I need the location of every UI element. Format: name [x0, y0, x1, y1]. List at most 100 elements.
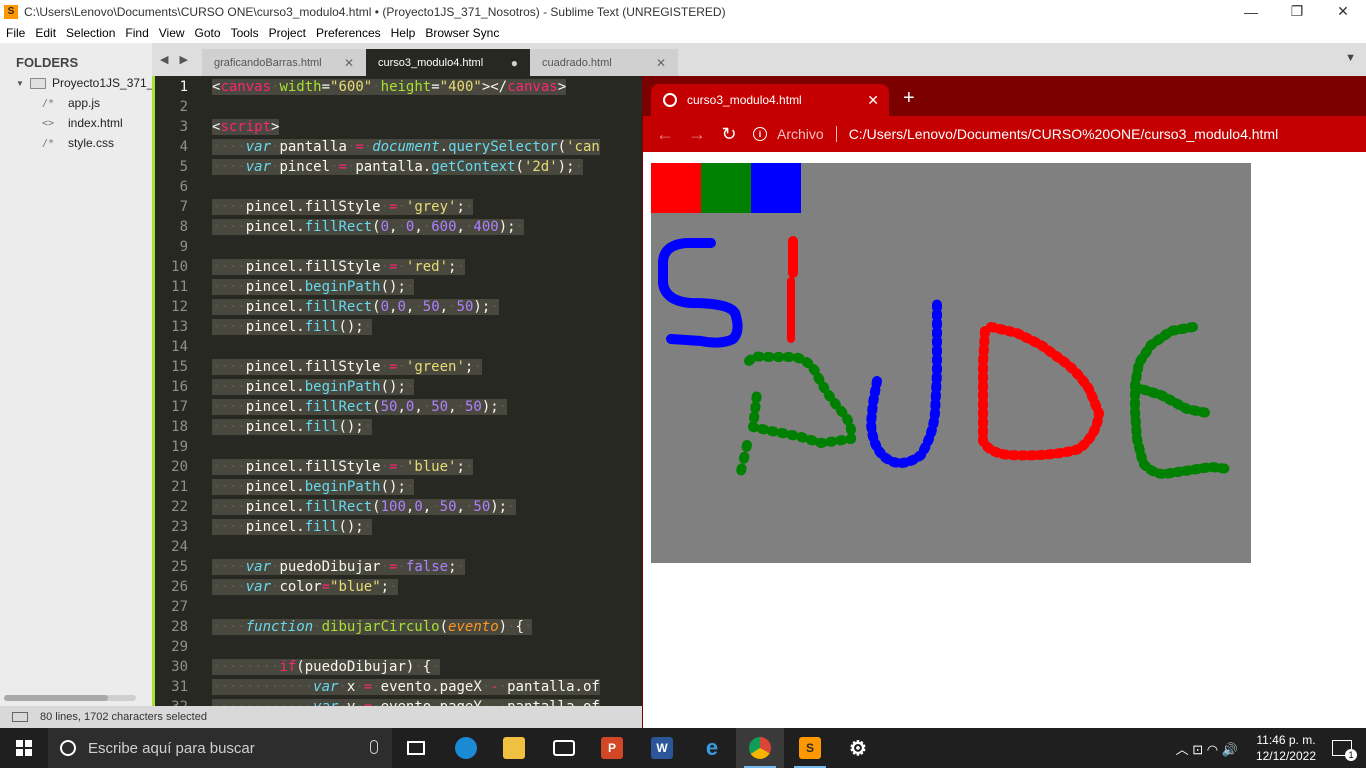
- line-number: 18: [171, 419, 188, 435]
- start-button[interactable]: [0, 728, 48, 768]
- edge-button[interactable]: e: [688, 728, 736, 768]
- menu-preferences[interactable]: Preferences: [312, 26, 385, 40]
- line-number: 25: [171, 559, 188, 575]
- sidebar-file-index-html[interactable]: <> index.html: [0, 113, 123, 133]
- file-explorer-button[interactable]: [490, 728, 538, 768]
- menu-edit[interactable]: Edit: [31, 26, 60, 40]
- tab-dropdown-icon[interactable]: ▼: [1345, 52, 1356, 64]
- panel-toggle-icon[interactable]: [12, 712, 28, 722]
- reload-button[interactable]: ↻: [713, 124, 745, 145]
- menu-help[interactable]: Help: [387, 26, 420, 40]
- line-number: 17: [171, 399, 188, 415]
- tray-icons[interactable]: ︿ ⊡ ◠ 🔊: [1176, 739, 1238, 758]
- line-number: 19: [171, 439, 188, 455]
- maximize-button[interactable]: ❐: [1274, 0, 1320, 23]
- code-line: ············var·x·=·evento.pageX·-·panta…: [212, 679, 600, 695]
- microphone-icon[interactable]: [370, 740, 378, 754]
- menu-goto[interactable]: Goto: [191, 26, 225, 40]
- line-number: 22: [171, 499, 188, 515]
- sidebar-file-style-css[interactable]: /* style.css: [0, 133, 114, 153]
- new-tab-button[interactable]: +: [903, 88, 915, 108]
- menu-tools[interactable]: Tools: [227, 26, 263, 40]
- menu-bar: File Edit Selection Find View Goto Tools…: [0, 23, 1366, 43]
- expand-arrow-icon[interactable]: ▼: [16, 79, 26, 88]
- sublime-taskbar-button[interactable]: S: [786, 728, 834, 768]
- sidebar-horizontal-scrollbar[interactable]: [4, 695, 136, 701]
- window-controls: — ❐ ✕: [1228, 0, 1366, 23]
- tab-close-icon[interactable]: ✕: [656, 56, 666, 70]
- window-title: C:\Users\Lenovo\Documents\CURSO ONE\curs…: [24, 4, 726, 19]
- taskbar-search[interactable]: Escribe aquí para buscar: [48, 728, 392, 768]
- line-number: 12: [171, 299, 188, 315]
- tab-cuadrado[interactable]: cuadrado.html ✕: [530, 49, 678, 76]
- line-number: 27: [171, 599, 188, 615]
- menu-project[interactable]: Project: [265, 26, 310, 40]
- mail-button[interactable]: [540, 728, 588, 768]
- code-line: <canvas·width="600"·height="400"></canva…: [212, 79, 567, 95]
- menu-find[interactable]: Find: [121, 26, 152, 40]
- unsaved-dot-icon[interactable]: ●: [511, 56, 518, 70]
- minimize-button[interactable]: —: [1228, 0, 1274, 23]
- notification-badge: 1: [1345, 749, 1357, 761]
- code-line: ····pincel.fillStyle·=·'red';·: [212, 259, 465, 275]
- line-number: 7: [179, 199, 188, 215]
- code-line: ····pincel.fillStyle·=·'grey';·: [212, 199, 474, 215]
- canvas-background: [651, 163, 1251, 563]
- address-bar[interactable]: i Archivo C:/Users/Lenovo/Documents/CURS…: [753, 122, 1366, 146]
- search-placeholder: Escribe aquí para buscar: [88, 739, 255, 757]
- page-content: [643, 152, 1366, 728]
- browser-tab-strip: curso3_modulo4.html ✕ +: [643, 76, 1366, 116]
- menu-view[interactable]: View: [155, 26, 189, 40]
- folder-icon: [30, 77, 46, 89]
- tab-graficando-barras[interactable]: graficandoBarras.html ✕: [202, 49, 366, 76]
- scrollbar-thumb[interactable]: [4, 695, 108, 701]
- browser-toolbar: ← → ↻ i Archivo C:/Users/Lenovo/Document…: [643, 116, 1366, 152]
- tab-label: cuadrado.html: [542, 56, 612, 69]
- clock[interactable]: 11:46 p. m. 12/12/2022: [1256, 732, 1316, 764]
- green-square[interactable]: [701, 163, 751, 213]
- browser-tab[interactable]: curso3_modulo4.html ✕: [651, 84, 889, 116]
- chrome-taskbar-button[interactable]: [736, 728, 784, 768]
- tab-curso3-modulo4[interactable]: curso3_modulo4.html ●: [366, 49, 530, 76]
- status-bar: 80 lines, 1702 characters selected: [0, 706, 642, 728]
- url-text[interactable]: C:/Users/Lenovo/Documents/CURSO%20ONE/cu…: [849, 126, 1279, 142]
- task-view-button[interactable]: [392, 728, 440, 768]
- line-number: 11: [171, 279, 188, 295]
- code-area[interactable]: <canvas·width="600"·height="400"></canva…: [212, 76, 642, 706]
- word-button[interactable]: W: [638, 728, 686, 768]
- sublime-icon: S: [799, 737, 821, 759]
- powerpoint-button[interactable]: P: [588, 728, 636, 768]
- back-button[interactable]: ←: [649, 124, 681, 145]
- powerpoint-icon: P: [601, 737, 623, 759]
- code-line: ····var·pantalla·=·document.querySelecto…: [212, 139, 600, 155]
- close-button[interactable]: ✕: [1320, 0, 1366, 23]
- notification-center-button[interactable]: 1: [1332, 740, 1357, 761]
- file-label: index.html: [68, 116, 123, 130]
- line-number: 16: [171, 379, 188, 395]
- menu-browser-sync[interactable]: Browser Sync: [421, 26, 503, 40]
- code-line: ····pincel.fillStyle·=·'blue';·: [212, 459, 474, 475]
- settings-button[interactable]: ⚙: [834, 728, 882, 768]
- forward-button[interactable]: →: [681, 124, 713, 145]
- menu-file[interactable]: File: [2, 26, 29, 40]
- drawing-canvas[interactable]: [651, 163, 1251, 563]
- tab-scroll-arrows-icon[interactable]: ◀ ▶: [160, 53, 192, 66]
- blue-square[interactable]: [751, 163, 801, 213]
- line-number: 29: [171, 639, 188, 655]
- edge-dev-taskbar-button[interactable]: [442, 728, 490, 768]
- code-editor[interactable]: 1 2 3 4 5 6 7 8 9 10 11 12 13 14 15 16 17 18 19 20 21 22 23 24 2…: [152, 76, 642, 706]
- code-line: ····var·pincel·=·pantalla.getContext('2d…: [212, 159, 583, 175]
- red-square[interactable]: [651, 163, 701, 213]
- browser-tab-close-icon[interactable]: ✕: [867, 92, 879, 109]
- menu-selection[interactable]: Selection: [62, 26, 119, 40]
- code-line: ····pincel.beginPath();·: [212, 279, 415, 295]
- chrome-icon: [749, 737, 771, 759]
- project-folder[interactable]: ▼ Proyecto1JS_371_N: [0, 73, 162, 93]
- code-line: ····pincel.fill();·: [212, 519, 373, 535]
- line-number: 1: [179, 79, 188, 95]
- tab-close-icon[interactable]: ✕: [344, 56, 354, 70]
- sidebar-file-app-js[interactable]: /* app.js: [0, 93, 100, 113]
- browser-tab-title: curso3_modulo4.html: [687, 93, 802, 107]
- gear-icon: ⚙: [849, 737, 867, 760]
- info-icon[interactable]: i: [753, 127, 767, 141]
